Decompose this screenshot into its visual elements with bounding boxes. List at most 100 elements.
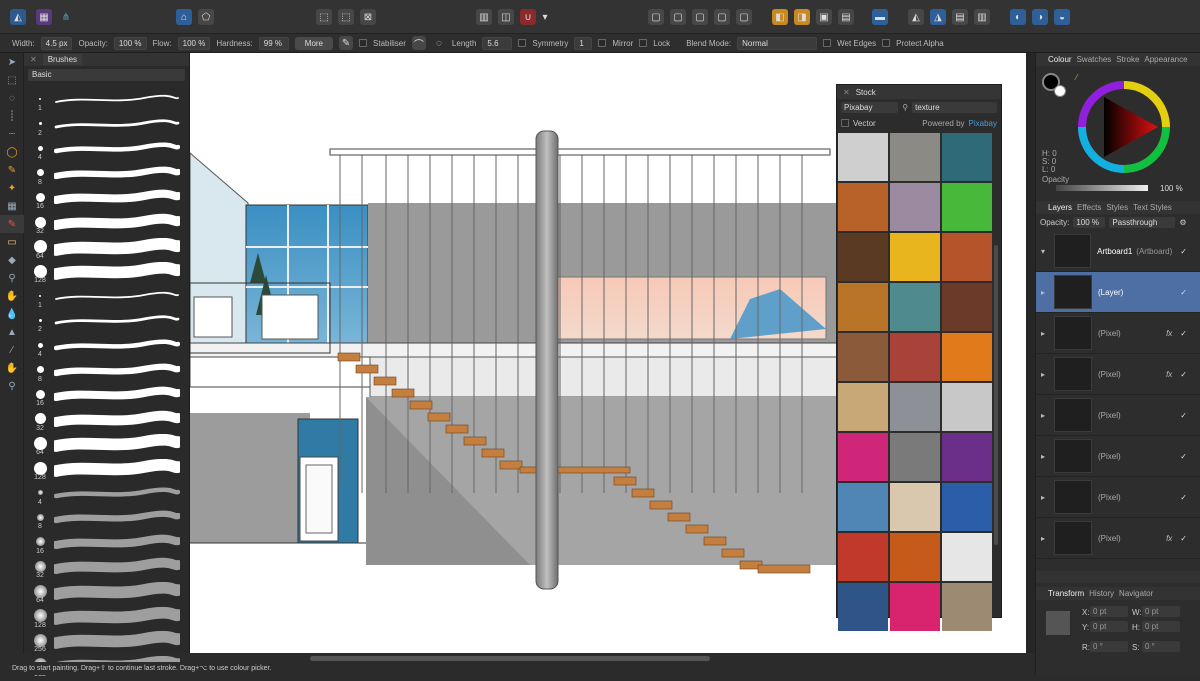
visibility-checkbox[interactable]: ✓ bbox=[1180, 411, 1187, 420]
rotate-right-icon[interactable]: ▥ bbox=[974, 9, 990, 25]
stock-image-tile[interactable] bbox=[942, 433, 992, 481]
tab-text-styles[interactable]: Text Styles bbox=[1133, 203, 1172, 212]
move-tool-icon[interactable]: ➤ bbox=[0, 53, 24, 71]
colour-wheel[interactable] bbox=[1076, 79, 1172, 175]
fill-tool-icon[interactable]: ◆ bbox=[0, 251, 24, 269]
split-view-icon[interactable]: ◒ bbox=[1054, 9, 1070, 25]
boolean-add-icon[interactable]: ◧ bbox=[772, 9, 788, 25]
stock-image-tile[interactable] bbox=[942, 183, 992, 231]
visibility-checkbox[interactable]: ✓ bbox=[1180, 329, 1187, 338]
stock-image-tile[interactable] bbox=[838, 183, 888, 231]
tab-appearance[interactable]: Appearance bbox=[1144, 55, 1187, 64]
symmetry-checkbox[interactable] bbox=[518, 39, 527, 47]
close-icon[interactable]: ✕ bbox=[843, 88, 850, 97]
share-icon[interactable]: ⋔ bbox=[58, 9, 74, 25]
stock-image-tile[interactable] bbox=[890, 383, 940, 431]
r-field[interactable]: 0 ° bbox=[1090, 641, 1128, 652]
expand-icon[interactable]: ▸ bbox=[1041, 370, 1045, 379]
view-mode-icon[interactable]: ◑ bbox=[1032, 9, 1048, 25]
tab-stroke[interactable]: Stroke bbox=[1116, 55, 1139, 64]
stock-image-tile[interactable] bbox=[942, 533, 992, 581]
sharpen-brush-icon[interactable]: ▲ bbox=[0, 323, 24, 341]
brush-category-select[interactable]: Basic bbox=[28, 69, 185, 81]
tab-colour[interactable]: Colour bbox=[1048, 55, 1072, 64]
close-icon[interactable]: ✕ bbox=[30, 55, 37, 64]
tab-navigator[interactable]: Navigator bbox=[1119, 589, 1153, 598]
stock-image-tile[interactable] bbox=[942, 133, 992, 181]
brush-preset[interactable]: 16 bbox=[24, 533, 186, 558]
horizontal-scrollbar[interactable] bbox=[310, 656, 710, 661]
align-icon[interactable]: ▬ bbox=[872, 9, 888, 25]
layer-row[interactable]: ▸ (Pixel) ✓ bbox=[1036, 477, 1200, 518]
layer-row[interactable]: ▸ (Pixel) ✓ bbox=[1036, 395, 1200, 436]
brush-preview-icon[interactable]: ✎ bbox=[339, 36, 354, 50]
visibility-checkbox[interactable]: ✓ bbox=[1180, 288, 1187, 297]
blend-mode-select[interactable]: Normal bbox=[737, 36, 818, 50]
photo-persona-icon[interactable]: ⌂ bbox=[176, 9, 192, 25]
stock-image-tile[interactable] bbox=[838, 433, 888, 481]
stock-image-tile[interactable] bbox=[838, 333, 888, 381]
layer-row[interactable]: ▸ (Pixel) fx ✓ bbox=[1036, 518, 1200, 559]
persona-pixel-icon[interactable]: ▦ bbox=[36, 9, 52, 25]
brush-preset[interactable]: 2 bbox=[24, 311, 186, 336]
length-field[interactable]: 5.6 bbox=[482, 36, 513, 50]
brush-preset[interactable]: 1 bbox=[24, 90, 186, 115]
brush-preset[interactable]: 128 bbox=[24, 606, 186, 632]
visibility-checkbox[interactable]: ✓ bbox=[1180, 247, 1187, 256]
stock-scrollbar[interactable] bbox=[994, 245, 998, 545]
brush-preset[interactable]: 2 bbox=[24, 115, 186, 140]
row-marquee-icon[interactable]: ┈ bbox=[0, 125, 24, 143]
crop-tool-icon[interactable]: ▦ bbox=[0, 197, 24, 215]
brush-preset[interactable]: 16 bbox=[24, 385, 186, 410]
layer-name[interactable]: (Pixel) bbox=[1098, 534, 1166, 543]
boolean-intersect-icon[interactable]: ▣ bbox=[816, 9, 832, 25]
bring-to-front-icon[interactable]: ▢ bbox=[736, 9, 752, 25]
layer-name[interactable]: (Pixel) bbox=[1098, 329, 1166, 338]
refine-selection-icon[interactable]: ◫ bbox=[498, 9, 514, 25]
fx-icon[interactable]: fx bbox=[1166, 329, 1172, 338]
brush-preset[interactable]: 64 bbox=[24, 237, 186, 263]
expand-icon[interactable]: ▸ bbox=[1041, 493, 1045, 502]
gear-icon[interactable]: ⚙ bbox=[1179, 218, 1186, 227]
stock-image-tile[interactable] bbox=[890, 183, 940, 231]
protect-alpha-checkbox[interactable] bbox=[882, 39, 891, 47]
brush-preset[interactable]: 32 bbox=[24, 557, 186, 582]
layer-row[interactable]: ▾ Artboard1 (Artboard) ✓ bbox=[1036, 231, 1200, 272]
stock-image-tile[interactable] bbox=[838, 233, 888, 281]
stock-image-tile[interactable] bbox=[890, 133, 940, 181]
brush-preset[interactable]: 128 bbox=[24, 262, 186, 287]
stock-image-tile[interactable] bbox=[838, 133, 888, 181]
w-field[interactable]: 0 pt bbox=[1142, 606, 1180, 617]
fx-icon[interactable]: fx bbox=[1166, 534, 1172, 543]
symmetry-field[interactable]: 1 bbox=[574, 36, 593, 50]
stock-image-tile[interactable] bbox=[838, 583, 888, 631]
layer-row[interactable]: ▸ (Pixel) ✓ bbox=[1036, 436, 1200, 477]
tab-swatches[interactable]: Swatches bbox=[1077, 55, 1112, 64]
assistant-icon[interactable]: ◐ bbox=[1010, 9, 1026, 25]
expand-icon[interactable]: ▸ bbox=[1041, 534, 1045, 543]
stock-image-tile[interactable] bbox=[942, 383, 992, 431]
tab-layers[interactable]: Layers bbox=[1048, 203, 1072, 212]
stock-image-tile[interactable] bbox=[838, 483, 888, 531]
boolean-divide-icon[interactable]: ▤ bbox=[838, 9, 854, 25]
deselect-icon[interactable]: ⬚ bbox=[338, 9, 354, 25]
arrange-backward-icon[interactable]: ▢ bbox=[670, 9, 686, 25]
brush-preset[interactable]: 8 bbox=[24, 164, 186, 189]
brush-preset[interactable]: 64 bbox=[24, 582, 186, 607]
zoom-tool-icon[interactable]: ⚲ bbox=[0, 377, 24, 395]
arrange-back-icon[interactable]: ▢ bbox=[648, 9, 664, 25]
brush-preset[interactable]: 1 bbox=[24, 287, 186, 312]
colour-opacity-field[interactable]: 100 % bbox=[1160, 184, 1183, 193]
stock-image-tile[interactable] bbox=[890, 483, 940, 531]
expand-icon[interactable]: ▾ bbox=[1041, 247, 1045, 256]
snapping-dropdown-icon[interactable]: ▾ bbox=[540, 9, 550, 25]
mirror-checkbox[interactable] bbox=[598, 39, 607, 47]
liquify-persona-icon[interactable]: ⬠ bbox=[198, 9, 214, 25]
visibility-checkbox[interactable]: ✓ bbox=[1180, 534, 1187, 543]
stock-image-tile[interactable] bbox=[942, 233, 992, 281]
selection-brush-icon[interactable]: ✎ bbox=[0, 161, 24, 179]
stock-image-tile[interactable] bbox=[890, 233, 940, 281]
anchor-selector-icon[interactable] bbox=[1046, 611, 1070, 635]
quick-mask-icon[interactable]: ▥ bbox=[476, 9, 492, 25]
layer-name[interactable]: (Pixel) bbox=[1098, 493, 1180, 502]
